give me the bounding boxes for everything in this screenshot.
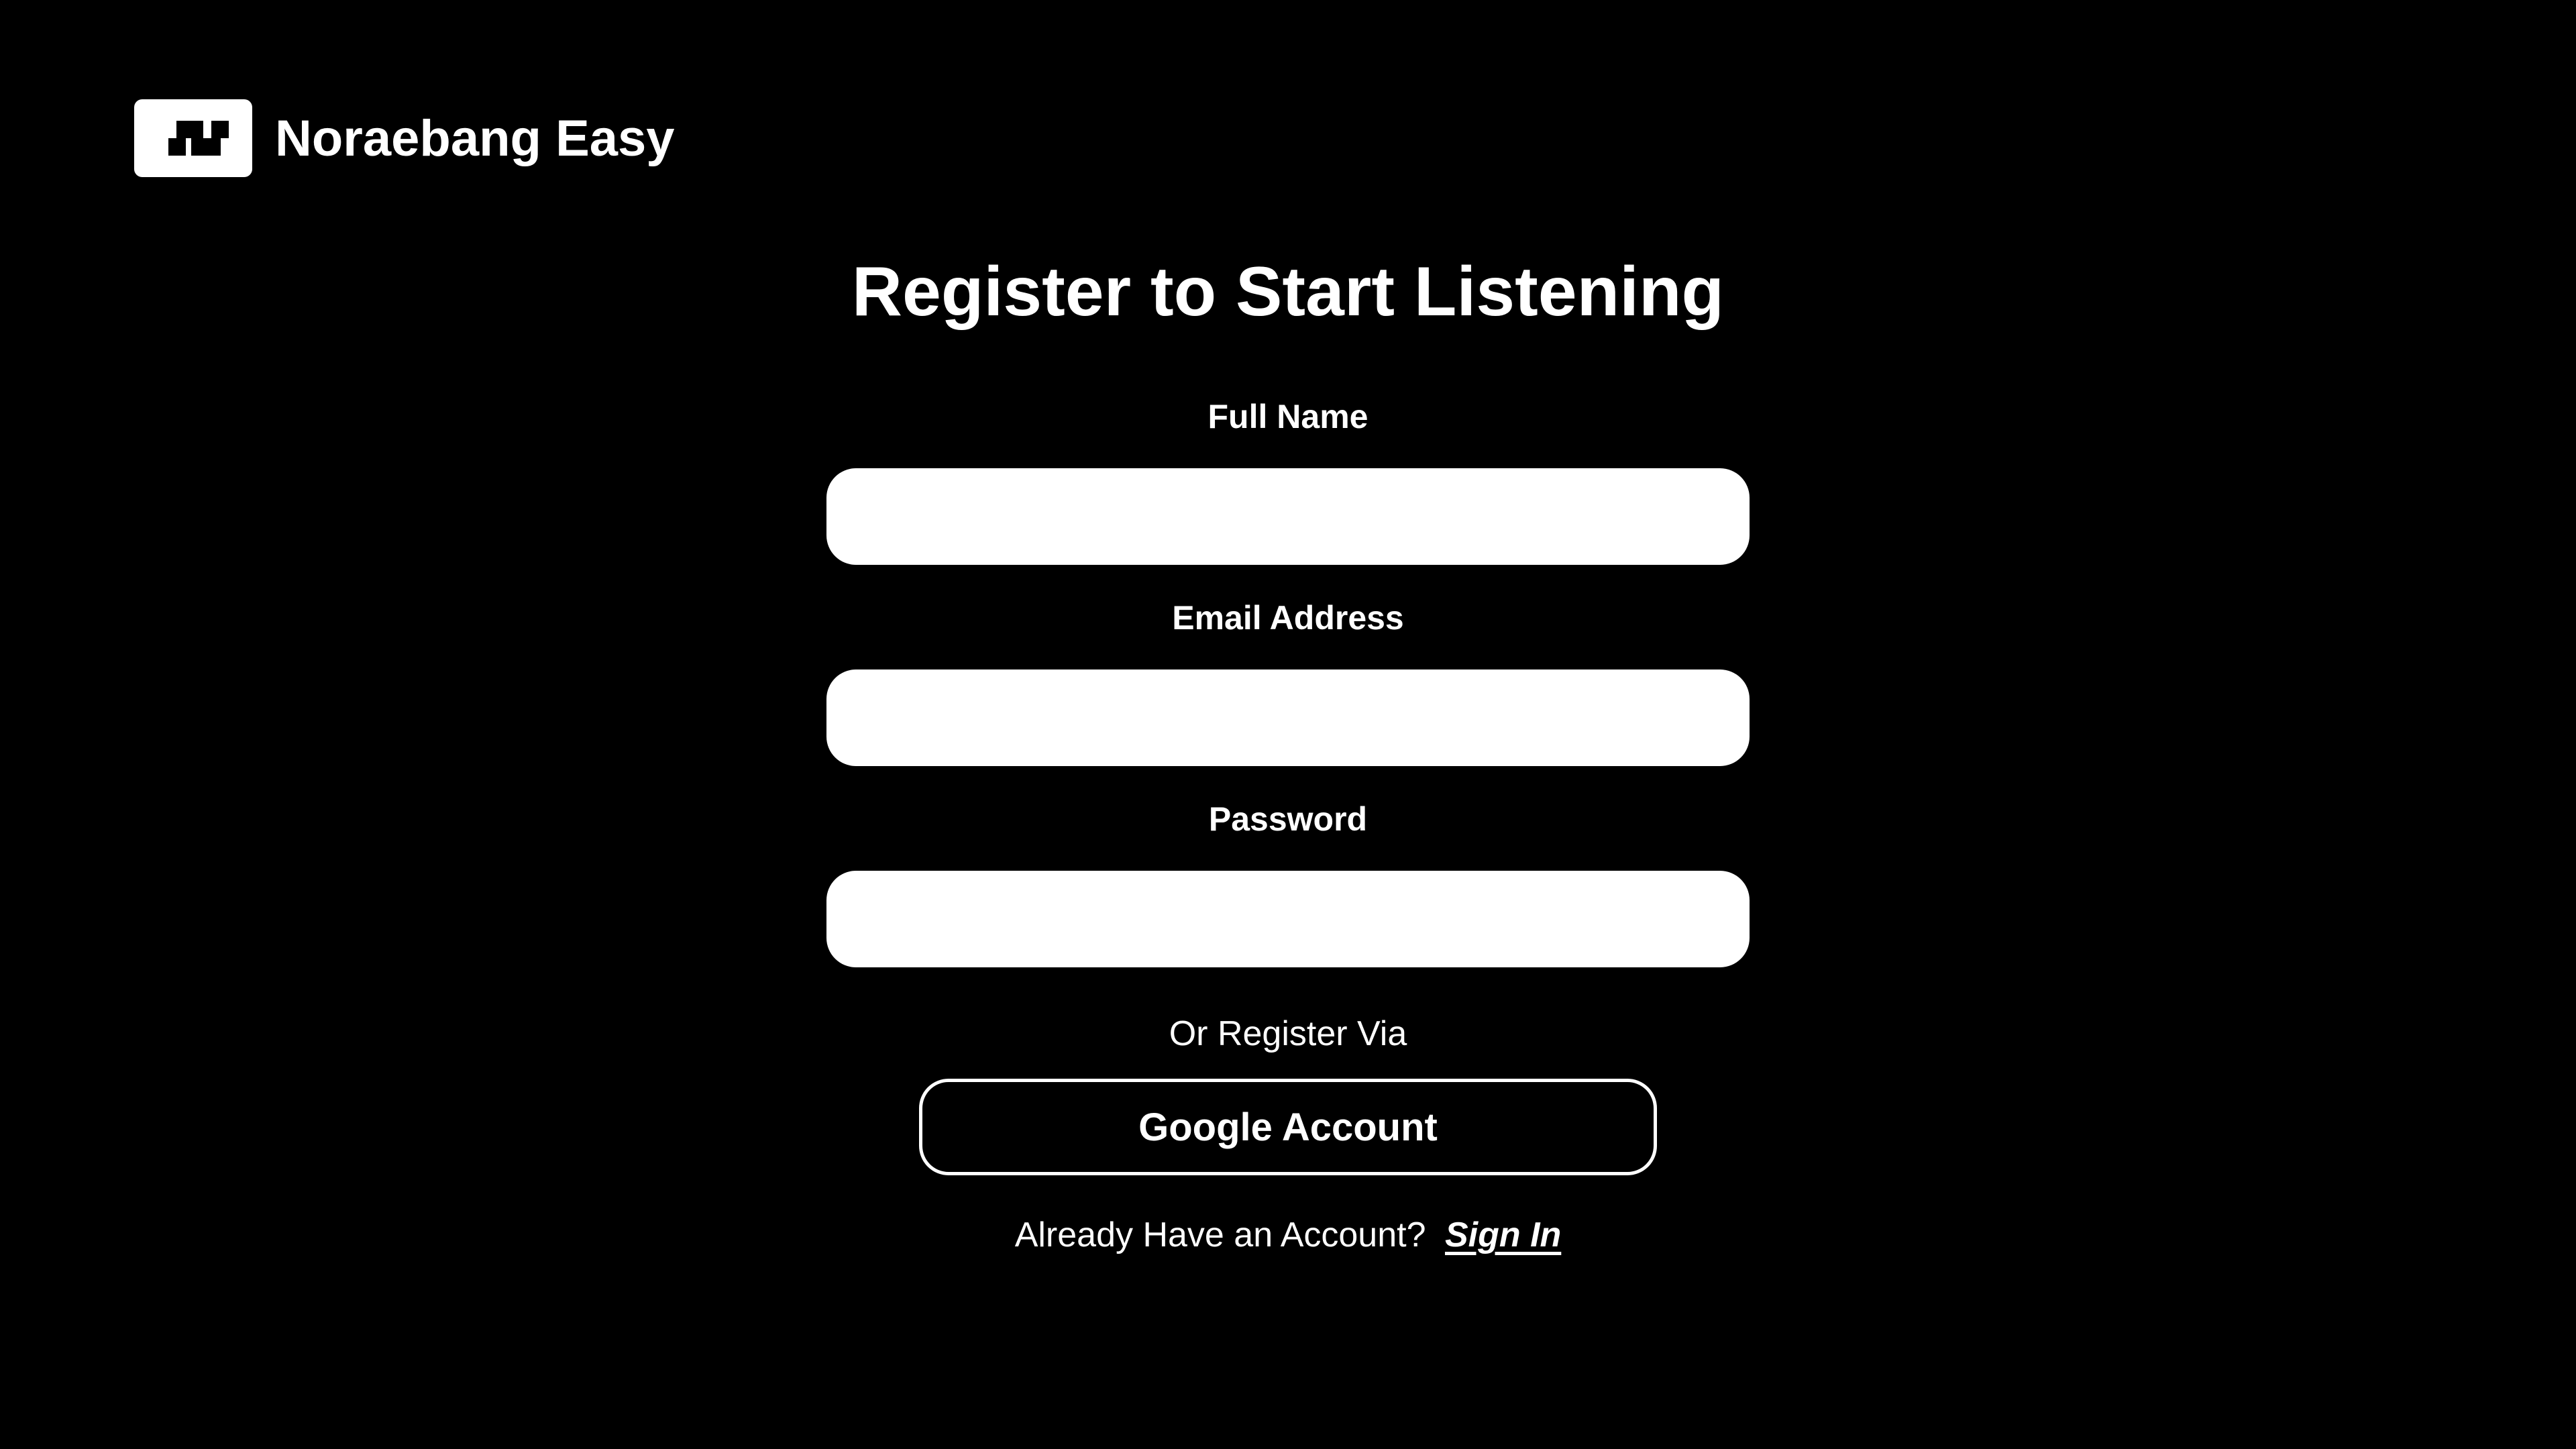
signin-prompt: Already Have an Account? [1014,1216,1426,1254]
noraebang-logo-icon [134,99,252,177]
full-name-label: Full Name [1208,398,1368,435]
logo-mark-icon [168,121,229,156]
page-title: Register to Start Listening [851,253,1725,331]
signin-link[interactable]: Sign In [1445,1216,1561,1254]
brand[interactable]: Noraebang Easy [134,99,675,177]
signin-row: Already Have an Account? Sign In [0,1213,2576,1257]
brand-name: Noraebang Easy [275,109,675,167]
register-page: Noraebang Easy Register to Start Listeni… [0,0,2576,1449]
password-label: Password [1208,800,1368,838]
password-input[interactable] [826,871,1750,967]
email-label: Email Address [1172,599,1404,637]
google-account-button[interactable]: Google Account [919,1079,1657,1175]
or-register-via-text: Or Register Via [1169,1014,1407,1053]
full-name-input[interactable] [826,468,1750,565]
email-input[interactable] [826,669,1750,766]
